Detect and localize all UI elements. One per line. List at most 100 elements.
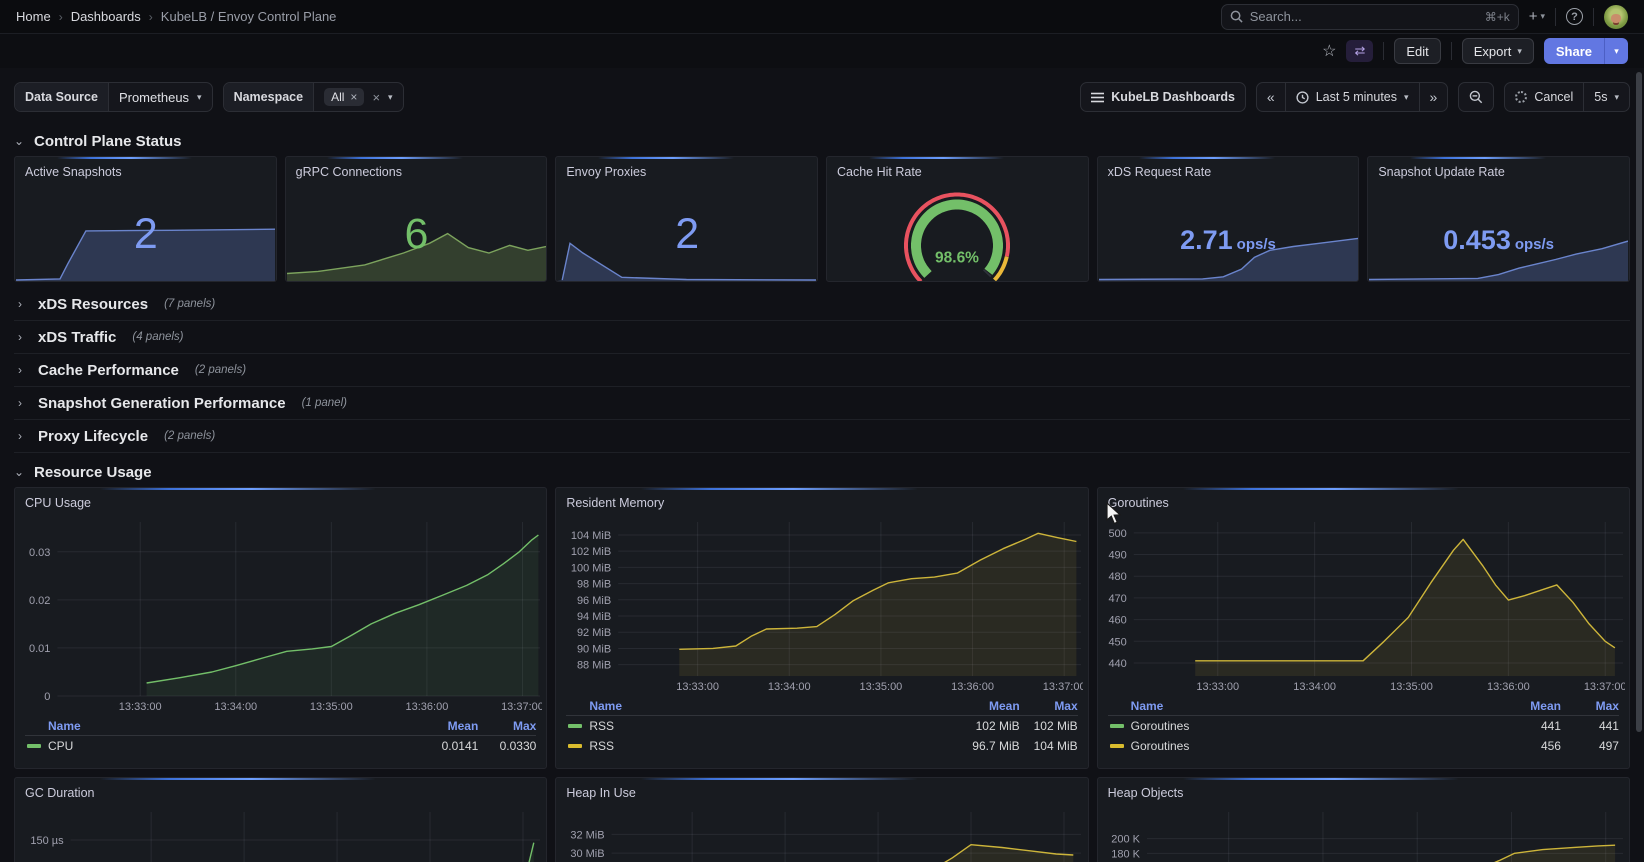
section-snapshot-generation-performance[interactable]: › Snapshot Generation Performance (1 pan…: [14, 387, 1630, 420]
add-new-button[interactable]: +▾: [1529, 8, 1545, 25]
legend-row[interactable]: Goroutines 456 497: [1108, 736, 1619, 756]
timeseries-chart[interactable]: 13:33:0013:34:0013:35:0013:36:0013:37:00…: [560, 516, 1083, 694]
svg-text:13:34:00: 13:34:00: [768, 681, 811, 693]
namespace-chip-all[interactable]: All×: [324, 88, 364, 106]
svg-text:96 MiB: 96 MiB: [577, 595, 611, 607]
legend-row[interactable]: CPU 0.0141 0.0330: [25, 736, 536, 756]
user-avatar[interactable]: [1604, 5, 1628, 29]
svg-text:92 MiB: 92 MiB: [577, 627, 611, 639]
share-caret-button[interactable]: ▾: [1604, 38, 1628, 64]
timeseries-chart[interactable]: 13:33:0013:34:0013:35:0013:36:0013:37:00…: [19, 516, 542, 714]
panel-title[interactable]: Snapshot Update Rate: [1368, 157, 1629, 183]
svg-text:102 MiB: 102 MiB: [571, 546, 611, 558]
remove-chip-icon[interactable]: ×: [350, 90, 357, 104]
breadcrumb-dashboards[interactable]: Dashboards: [71, 9, 141, 24]
legend-header-max: Max: [1561, 699, 1619, 713]
svg-text:180 K: 180 K: [1111, 848, 1140, 860]
timeseries-chart[interactable]: 13:33:0013:34:0013:35:0013:36:0013:37:00…: [19, 806, 542, 862]
panel-count: (7 panels): [164, 298, 215, 310]
svg-text:13:33:00: 13:33:00: [1196, 681, 1239, 693]
panel-title[interactable]: Heap Objects: [1098, 778, 1629, 804]
filter-bar: Data Source Prometheus▾ Namespace All× ×…: [14, 82, 1630, 112]
section-proxy-lifecycle[interactable]: › Proxy Lifecycle (2 panels): [14, 420, 1630, 453]
panel-gc-duration: GC Duration 13:33:0013:34:0013:35:0013:3…: [14, 777, 547, 862]
stat-value: 2: [556, 213, 817, 256]
panel-title[interactable]: gRPC Connections: [286, 157, 547, 183]
time-shift-forward-button[interactable]: »: [1420, 83, 1448, 111]
legend-row[interactable]: Goroutines 441 441: [1108, 716, 1619, 736]
legend-header-mean: Mean: [1485, 699, 1561, 713]
share-split-button: Share ▾: [1544, 38, 1628, 64]
panel-title[interactable]: xDS Request Rate: [1098, 157, 1359, 183]
svg-text:490: 490: [1108, 550, 1126, 562]
legend-mean-value: 0.0141: [402, 739, 478, 753]
panel-count: (1 panel): [302, 397, 347, 409]
panel-title[interactable]: GC Duration: [15, 778, 546, 804]
clear-all-icon[interactable]: ×: [372, 90, 380, 105]
panel-title[interactable]: Envoy Proxies: [556, 157, 817, 183]
chevron-down-icon: ▾: [197, 92, 202, 103]
legend-row[interactable]: RSS 102 MiB 102 MiB: [566, 716, 1077, 736]
time-shift-back-button[interactable]: «: [1257, 83, 1286, 111]
breadcrumb-current-dashboard: KubeLB / Envoy Control Plane: [161, 9, 337, 24]
panel-title[interactable]: Resident Memory: [556, 488, 1087, 514]
svg-text:98.6%: 98.6%: [935, 249, 979, 266]
legend-header-name: Name: [566, 699, 943, 713]
export-button[interactable]: Export▾: [1462, 38, 1534, 64]
chevron-down-icon: ▾: [1614, 92, 1619, 103]
refresh-group: Cancel 5s▾: [1504, 82, 1630, 112]
time-range-group: « Last 5 minutes ▾ »: [1256, 82, 1448, 112]
help-icon[interactable]: ?: [1566, 8, 1583, 25]
timeseries-chart[interactable]: 13:33:0013:34:0013:35:0013:36:0013:37:00…: [1102, 806, 1625, 862]
time-zoom-out-button[interactable]: [1458, 82, 1494, 112]
data-source-control: Data Source Prometheus▾: [14, 82, 213, 112]
svg-text:100 MiB: 100 MiB: [571, 562, 611, 574]
time-range-picker[interactable]: Last 5 minutes ▾: [1286, 83, 1420, 111]
svg-text:13:36:00: 13:36:00: [406, 701, 449, 713]
panel-title[interactable]: CPU Usage: [15, 488, 546, 514]
section-control-plane-status[interactable]: ⌄ Control Plane Status: [14, 128, 1630, 154]
plus-icon: +: [1529, 8, 1538, 25]
section-resource-usage[interactable]: ⌄ Resource Usage: [14, 459, 1630, 485]
panel-envoy-proxies: Envoy Proxies 2: [555, 156, 818, 282]
chevron-down-icon: ⌄: [14, 465, 24, 479]
data-source-select[interactable]: Prometheus▾: [109, 83, 212, 111]
panel-title[interactable]: Cache Hit Rate: [827, 157, 1088, 183]
legend-max-value: 441: [1561, 719, 1619, 733]
series-swatch: [27, 744, 41, 748]
edit-button[interactable]: Edit: [1394, 38, 1440, 64]
search-input[interactable]: Search... ⌘+k: [1221, 4, 1519, 30]
chevron-down-icon: ▾: [1540, 11, 1545, 22]
kubelb-dashboards-button[interactable]: KubeLB Dashboards: [1080, 82, 1246, 112]
breadcrumb-home[interactable]: Home: [16, 9, 51, 24]
chevron-down-icon[interactable]: ▾: [388, 92, 393, 103]
panel-snapshot-update-rate: Snapshot Update Rate 0.453ops/s: [1367, 156, 1630, 282]
zoom-out-icon: [1469, 90, 1483, 104]
panel-title[interactable]: Heap In Use: [556, 778, 1087, 804]
svg-text:0: 0: [44, 691, 50, 703]
section-xds-resources[interactable]: › xDS Resources (7 panels): [14, 288, 1630, 321]
chevron-down-icon: ▾: [1517, 46, 1522, 57]
timeseries-chart[interactable]: 13:33:0013:34:0013:35:0013:36:0013:37:00…: [560, 806, 1083, 862]
timeseries-chart[interactable]: 13:33:0013:34:0013:35:0013:36:0013:37:00…: [1102, 516, 1625, 694]
panel-count: (4 panels): [132, 331, 183, 343]
chevron-right-icon: ›: [18, 330, 28, 344]
scrollbar-thumb[interactable]: [1636, 72, 1642, 732]
section-xds-traffic[interactable]: › xDS Traffic (4 panels): [14, 321, 1630, 354]
star-favorite-button[interactable]: ☆: [1322, 41, 1336, 61]
chevron-right-icon: ›: [18, 363, 28, 377]
refresh-interval-picker[interactable]: 5s▾: [1584, 83, 1629, 111]
legend-mean-value: 102 MiB: [944, 719, 1020, 733]
svg-text:13:36:00: 13:36:00: [1487, 681, 1530, 693]
section-cache-performance[interactable]: › Cache Performance (2 panels): [14, 354, 1630, 387]
svg-text:104 MiB: 104 MiB: [571, 530, 611, 542]
panel-title[interactable]: Active Snapshots: [15, 157, 276, 183]
stat-value: 6: [286, 213, 547, 256]
cancel-refresh-button[interactable]: Cancel: [1505, 83, 1584, 111]
share-button[interactable]: Share: [1544, 38, 1604, 64]
gauge-chart: 98.6%: [882, 185, 1032, 281]
panel-title[interactable]: Goroutines: [1098, 488, 1629, 514]
legend-row[interactable]: RSS 96.7 MiB 104 MiB: [566, 736, 1077, 756]
panes-toggle-button[interactable]: ⇄: [1346, 40, 1373, 62]
panel-count: (2 panels): [164, 430, 215, 442]
